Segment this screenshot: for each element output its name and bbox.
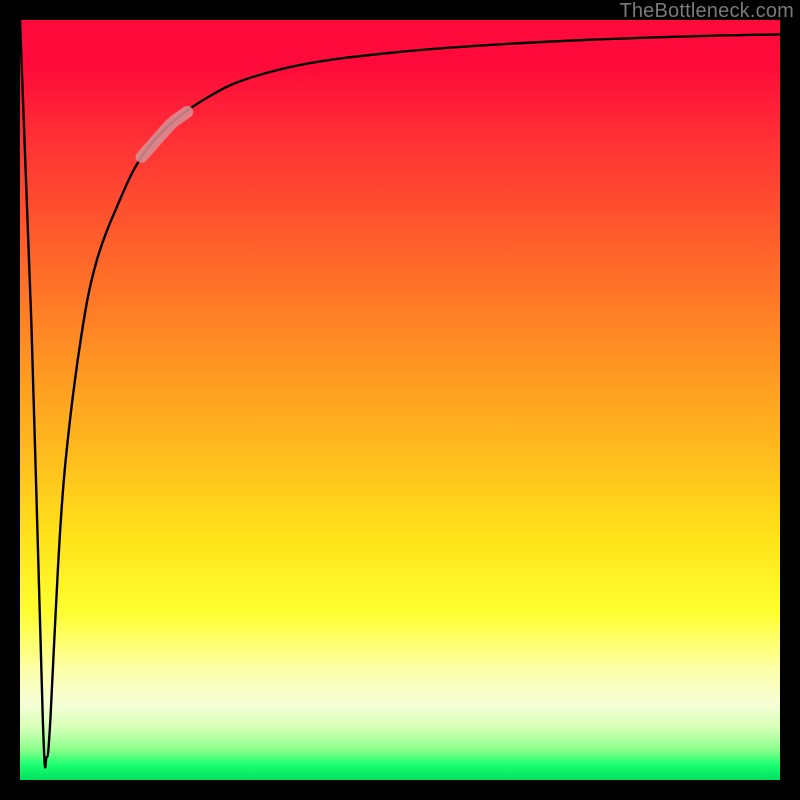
- curve-svg: [20, 20, 780, 780]
- bottleneck-curve: [20, 20, 780, 767]
- attribution-text: TheBottleneck.com: [619, 0, 794, 23]
- highlight-segment: [142, 112, 188, 157]
- chart-frame: TheBottleneck.com: [0, 0, 800, 800]
- plot-area: [20, 20, 780, 780]
